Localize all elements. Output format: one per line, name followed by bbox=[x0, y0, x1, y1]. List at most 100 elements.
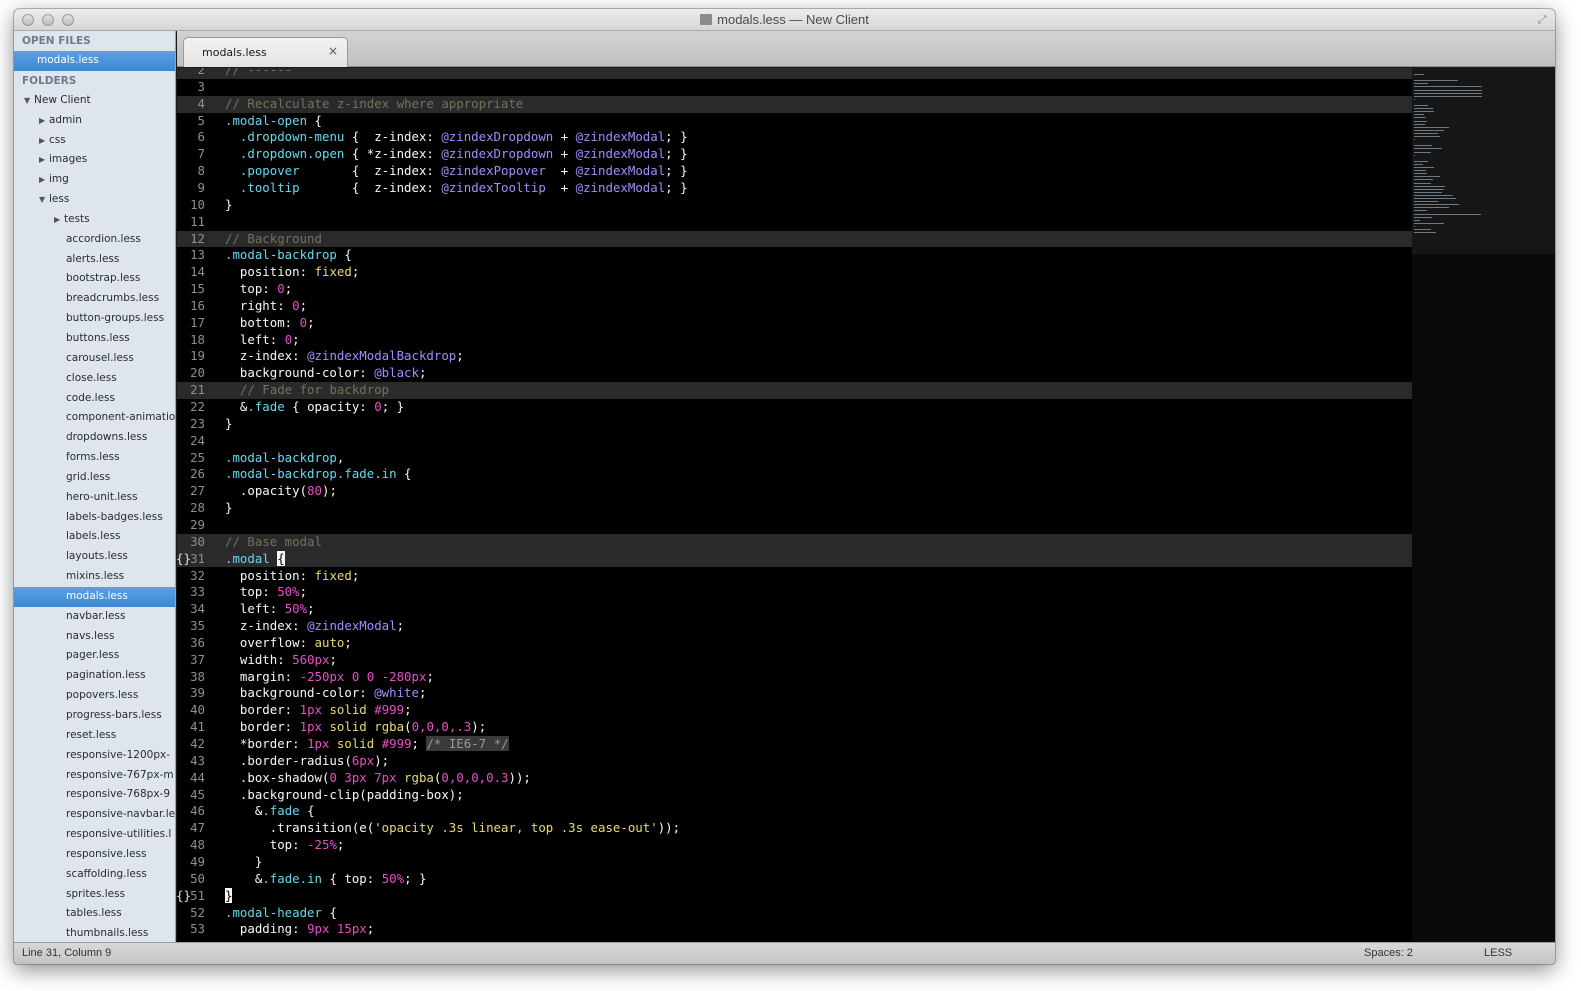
code-line[interactable]: 27 .opacity(80); bbox=[177, 483, 1412, 500]
file-item[interactable]: layouts.less bbox=[14, 547, 175, 567]
code-line[interactable]: 24 bbox=[177, 433, 1412, 450]
code-line[interactable]: 49 } bbox=[177, 854, 1412, 871]
code-line[interactable]: 29 bbox=[177, 517, 1412, 534]
disclosure-open-icon[interactable]: ▼ bbox=[24, 91, 34, 111]
code-line[interactable]: 26 .modal-backdrop.fade.in { bbox=[177, 466, 1412, 483]
code-line[interactable]: 41 border: 1px solid rgba(0,0,0,.3); bbox=[177, 719, 1412, 736]
code-line[interactable]: 30 // Base modal bbox=[177, 533, 1412, 551]
code-line[interactable]: 11 bbox=[177, 214, 1412, 231]
code-line[interactable]: 7 .dropdown.open { *z-index: @zindexDrop… bbox=[177, 146, 1412, 163]
code-line[interactable]: 33 top: 50%; bbox=[177, 584, 1412, 601]
file-item[interactable]: labels.less bbox=[14, 527, 175, 547]
folder-item[interactable]: ▼ New Client bbox=[14, 91, 175, 111]
code-line[interactable]: 44 .box-shadow(0 3px 7px rgba(0,0,0,0.3)… bbox=[177, 770, 1412, 787]
file-item[interactable]: grid.less bbox=[14, 468, 175, 488]
file-item[interactable]: dropdowns.less bbox=[14, 428, 175, 448]
disclosure-closed-icon[interactable]: ▶ bbox=[54, 210, 64, 230]
code-line[interactable]: 32 position: fixed; bbox=[177, 568, 1412, 585]
code-line[interactable]: 21 // Fade for backdrop bbox=[177, 382, 1412, 399]
file-item[interactable]: code.less bbox=[14, 389, 175, 409]
tab-modals-less[interactable]: modals.less × bbox=[183, 37, 348, 67]
code-line[interactable]: 48 top: -25%; bbox=[177, 837, 1412, 854]
file-item[interactable]: buttons.less bbox=[14, 329, 175, 349]
file-item[interactable]: scaffolding.less bbox=[14, 865, 175, 885]
code-line[interactable]: 47 .transition(e('opacity .3s linear, to… bbox=[177, 820, 1412, 837]
code-line[interactable]: 42 *border: 1px solid #999; /* IE6-7 */ bbox=[177, 736, 1412, 753]
file-item[interactable]: modals.less bbox=[14, 586, 175, 607]
code-line[interactable]: 13 .modal-backdrop { bbox=[177, 247, 1412, 264]
code-line[interactable]: 38 margin: -250px 0 0 -280px; bbox=[177, 669, 1412, 686]
code-line[interactable]: 4 // Recalculate z-index where appropriat… bbox=[177, 95, 1412, 113]
code-line[interactable]: {} 31 .modal { bbox=[177, 550, 1412, 568]
code-editor[interactable]: 2 // ------ 3 4 // Recalculate z-index where… bbox=[177, 68, 1412, 942]
folder-item[interactable]: ▶ tests bbox=[14, 210, 175, 230]
code-line[interactable]: 52 .modal-header { bbox=[177, 905, 1412, 922]
file-item[interactable]: popovers.less bbox=[14, 686, 175, 706]
code-line[interactable]: 20 background-color: @black; bbox=[177, 365, 1412, 382]
file-item[interactable]: component-animatio bbox=[14, 408, 175, 428]
code-line[interactable]: 36 overflow: auto; bbox=[177, 635, 1412, 652]
file-item[interactable]: responsive-utilities.l bbox=[14, 825, 175, 845]
folder-item[interactable]: ▶ images bbox=[14, 150, 175, 170]
code-line[interactable]: 14 position: fixed; bbox=[177, 264, 1412, 281]
file-item[interactable]: responsive-1200px- bbox=[14, 746, 175, 766]
code-line[interactable]: 40 border: 1px solid #999; bbox=[177, 702, 1412, 719]
code-line[interactable]: 37 width: 560px; bbox=[177, 652, 1412, 669]
file-item[interactable]: reset.less bbox=[14, 726, 175, 746]
file-item[interactable]: responsive-768px-9 bbox=[14, 785, 175, 805]
file-item[interactable]: pager.less bbox=[14, 646, 175, 666]
code-line[interactable]: 43 .border-radius(6px); bbox=[177, 753, 1412, 770]
file-item[interactable]: carousel.less bbox=[14, 349, 175, 369]
file-item[interactable]: responsive-navbar.le bbox=[14, 805, 175, 825]
code-line[interactable]: {} 51} bbox=[177, 887, 1412, 905]
code-line[interactable]: 53 padding: 9px 15px; bbox=[177, 921, 1412, 938]
minimap[interactable] bbox=[1412, 68, 1555, 942]
code-line[interactable]: 8 .popover { z-index: @zindexPopover + @… bbox=[177, 163, 1412, 180]
code-line[interactable]: 22 &.fade { opacity: 0; } bbox=[177, 399, 1412, 416]
folder-item[interactable]: ▶ admin bbox=[14, 111, 175, 131]
file-item[interactable]: navbar.less bbox=[14, 607, 175, 627]
file-item[interactable]: bootstrap.less bbox=[14, 269, 175, 289]
code-line[interactable]: 17 bottom: 0; bbox=[177, 315, 1412, 332]
code-line[interactable]: 10} bbox=[177, 197, 1412, 214]
file-item[interactable]: pagination.less bbox=[14, 666, 175, 686]
code-line[interactable]: 9 .tooltip { z-index: @zindexTooltip + @… bbox=[177, 180, 1412, 197]
code-line[interactable]: 35 z-index: @zindexModal; bbox=[177, 618, 1412, 635]
file-item[interactable]: button-groups.less bbox=[14, 309, 175, 329]
file-item[interactable]: breadcrumbs.less bbox=[14, 289, 175, 309]
code-line[interactable]: 16 right: 0; bbox=[177, 298, 1412, 315]
code-line[interactable]: 15 top: 0; bbox=[177, 281, 1412, 298]
disclosure-closed-icon[interactable]: ▶ bbox=[39, 150, 49, 170]
file-item[interactable]: thumbnails.less bbox=[14, 924, 175, 942]
fullscreen-icon[interactable]: ⤢ bbox=[1535, 13, 1549, 27]
code-line[interactable]: 34 left: 50%; bbox=[177, 601, 1412, 618]
code-line[interactable]: 19 z-index: @zindexModalBackdrop; bbox=[177, 348, 1412, 365]
code-line[interactable]: 12 // Background bbox=[177, 230, 1412, 248]
file-item[interactable]: responsive.less bbox=[14, 845, 175, 865]
file-item[interactable]: tables.less bbox=[14, 904, 175, 924]
code-line[interactable]: 28} bbox=[177, 500, 1412, 517]
folder-item[interactable]: ▶ img bbox=[14, 170, 175, 190]
file-item[interactable]: mixins.less bbox=[14, 567, 175, 587]
file-item[interactable]: accordion.less bbox=[14, 230, 175, 250]
file-item[interactable]: responsive-767px-m bbox=[14, 766, 175, 786]
code-line[interactable]: 39 background-color: @white; bbox=[177, 685, 1412, 702]
close-tab-icon[interactable]: × bbox=[328, 44, 338, 58]
file-item[interactable]: labels-badges.less bbox=[14, 508, 175, 528]
code-line[interactable]: 50 &.fade.in { top: 50%; } bbox=[177, 871, 1412, 888]
code-line[interactable]: 6 .dropdown-menu { z-index: @zindexDropd… bbox=[177, 129, 1412, 146]
code-line[interactable]: 3 bbox=[177, 79, 1412, 96]
file-item[interactable]: sprites.less bbox=[14, 885, 175, 905]
code-line[interactable]: 2 // ------ bbox=[177, 68, 1412, 79]
file-item[interactable]: alerts.less bbox=[14, 250, 175, 270]
folder-item[interactable]: ▼ less bbox=[14, 190, 175, 210]
file-item[interactable]: navs.less bbox=[14, 627, 175, 647]
code-line[interactable]: 45 .background-clip(padding-box); bbox=[177, 787, 1412, 804]
file-item[interactable]: progress-bars.less bbox=[14, 706, 175, 726]
disclosure-closed-icon[interactable]: ▶ bbox=[39, 111, 49, 131]
code-line[interactable]: 23} bbox=[177, 416, 1412, 433]
indentation-setting[interactable]: Spaces: 2 bbox=[1364, 947, 1413, 959]
code-line[interactable]: 5 .modal-open { bbox=[177, 113, 1412, 130]
file-item[interactable]: forms.less bbox=[14, 448, 175, 468]
code-line[interactable]: 18 left: 0; bbox=[177, 332, 1412, 349]
